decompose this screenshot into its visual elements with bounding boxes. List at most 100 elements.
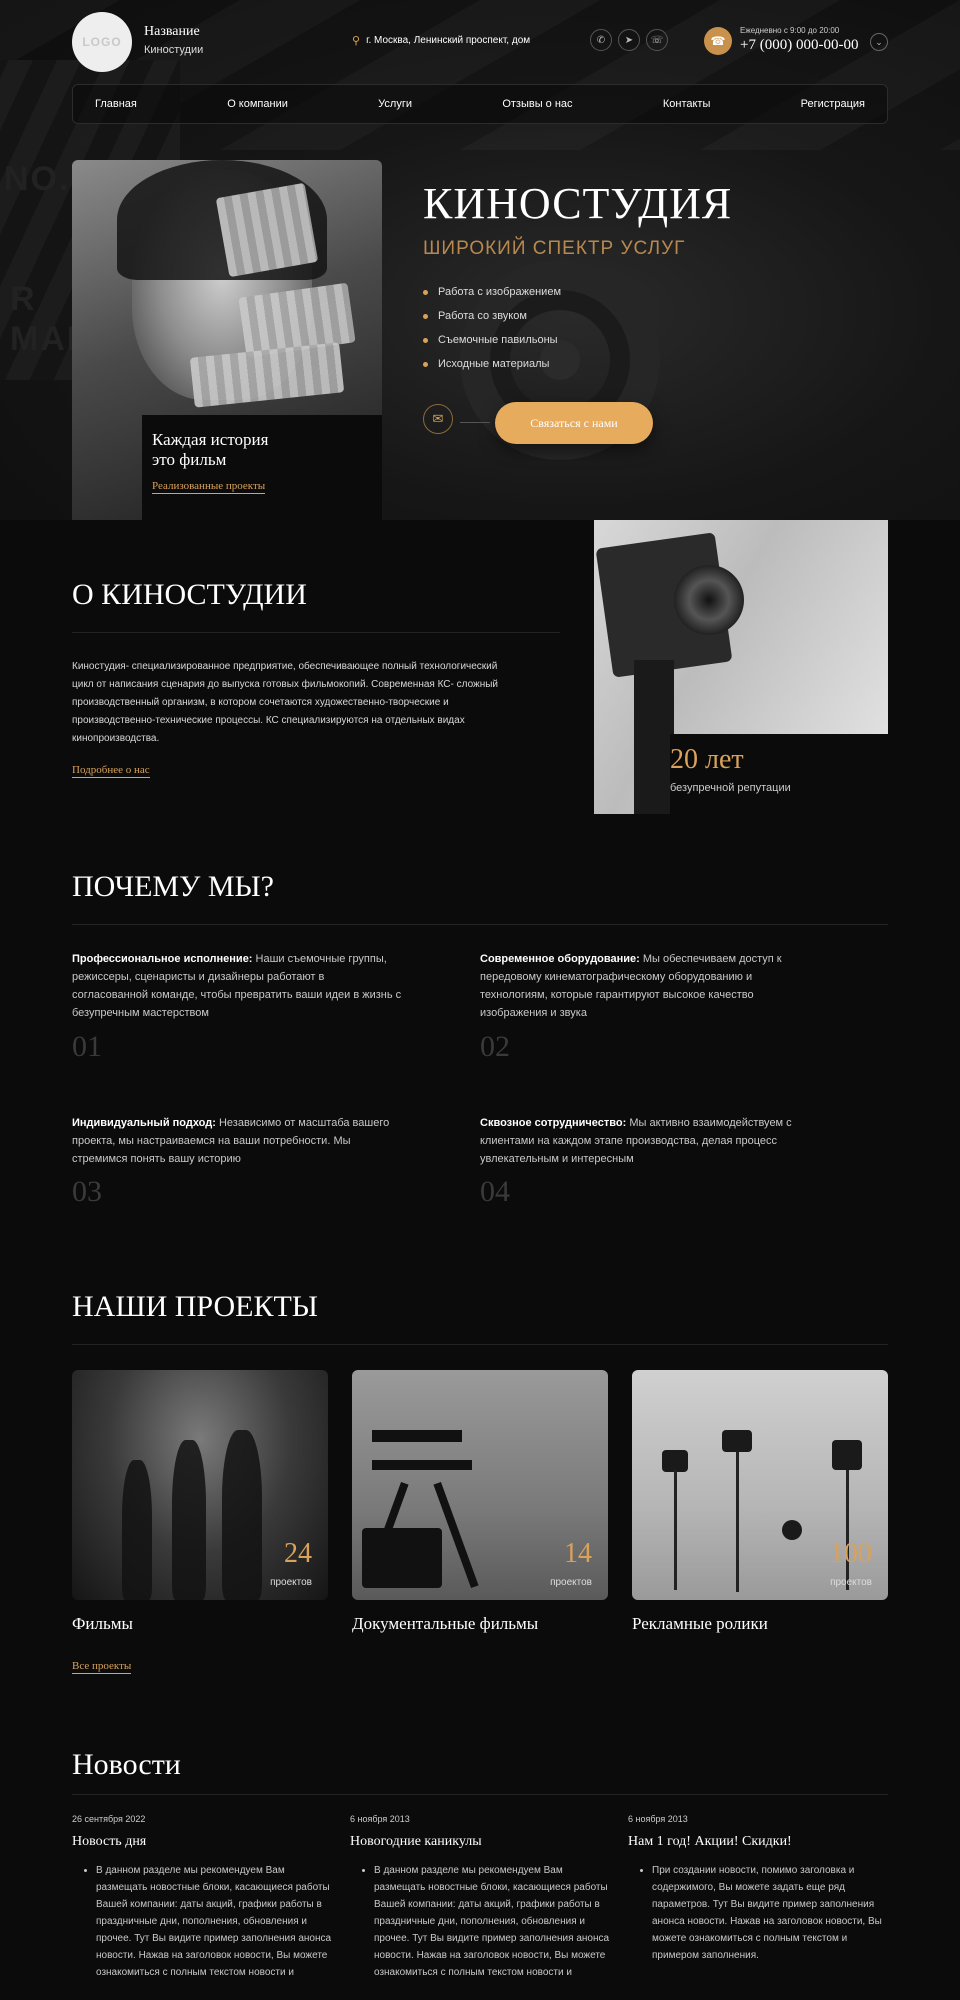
light-stand: [846, 1470, 849, 1590]
news-body: При создании новости, помимо заголовка и…: [628, 1862, 888, 1964]
nav-item-contacts[interactable]: Контакты: [663, 98, 711, 110]
phone-block: Ежедневно с 9:00 до 20:00 +7 (000) 000-0…: [740, 26, 858, 54]
brand-subtitle: Киностудии: [144, 44, 204, 56]
chair-part: [372, 1430, 462, 1442]
project-name[interactable]: Документальные фильмы: [352, 1614, 538, 1634]
main-nav: Главная О компании Услуги Отзывы о нас К…: [72, 84, 888, 124]
news-item: 26 сентября 2022 Новость дня В данном ра…: [72, 1814, 332, 1981]
clapper-text: NO.: [4, 160, 71, 198]
phone-icon[interactable]: ☎: [704, 27, 732, 55]
list-item: Работа с изображением: [423, 280, 561, 304]
news-body: В данном разделе мы рекомендуем Вам разм…: [350, 1862, 610, 1981]
why-item: Индивидуальный подход: Независимо от мас…: [72, 1114, 402, 1168]
news-title: Новости: [72, 1748, 181, 1781]
why-number: 01: [72, 1030, 102, 1063]
project-name[interactable]: Рекламные ролики: [632, 1614, 768, 1634]
news-body: В данном разделе мы рекомендуем Вам разм…: [72, 1862, 332, 1981]
whatsapp-icon[interactable]: ✆: [590, 29, 612, 51]
clapperboard: [362, 1528, 442, 1588]
why-item-title: Индивидуальный подход:: [72, 1117, 216, 1129]
divider: [72, 924, 888, 925]
hero-photo-card: Каждая история это фильм Реализованные п…: [72, 160, 382, 520]
person-silhouette: [172, 1440, 206, 1600]
news-date: 26 сентября 2022: [72, 1814, 146, 1824]
news-date: 6 ноября 2013: [350, 1814, 410, 1824]
project-count-label: проектов: [270, 1577, 312, 1588]
why-number: 03: [72, 1175, 102, 1208]
hero-title: КИНОСТУДИЯ: [423, 179, 733, 228]
years-caption: безупречной репутации: [670, 782, 791, 794]
chat-icon: ✉: [423, 404, 453, 434]
site-header: LOGO Название Киностудии ⚲ г. Москва, Ле…: [72, 12, 888, 72]
clapper-text: R: [10, 280, 37, 318]
why-number: 02: [480, 1030, 510, 1063]
all-projects-link[interactable]: Все проекты: [72, 1660, 132, 1674]
chair: [782, 1520, 802, 1540]
divider: [72, 1344, 888, 1345]
logo[interactable]: LOGO: [72, 12, 132, 72]
chevron-down-icon[interactable]: ⌄: [870, 33, 888, 51]
news-item: 6 ноября 2013 Нам 1 год! Акции! Скидки! …: [628, 1814, 888, 1964]
project-count-label: проектов: [830, 1577, 872, 1588]
nav-item-about[interactable]: О компании: [227, 98, 288, 110]
news-headline[interactable]: Новогодние каникулы: [350, 1834, 610, 1850]
light-stand: [674, 1470, 677, 1590]
brand-name: Название Киностудии: [144, 24, 203, 56]
why-item-title: Современное оборудование:: [480, 953, 640, 965]
divider: [72, 1794, 888, 1795]
address: ⚲ г. Москва, Ленинский проспект, дом: [352, 34, 530, 47]
nav-item-services[interactable]: Услуги: [378, 98, 412, 110]
studio-light: [832, 1440, 862, 1470]
about-more-link[interactable]: Подробнее о нас: [72, 764, 150, 778]
projects-title: НАШИ ПРОЕКТЫ: [72, 1290, 318, 1323]
project-count: 14: [564, 1538, 592, 1569]
camera-stand: [634, 660, 674, 814]
chair-part: [372, 1460, 472, 1470]
why-title: ПОЧЕМУ МЫ?: [72, 870, 274, 903]
hero-card-title: Каждая история это фильм: [152, 430, 268, 471]
person-silhouette: [222, 1430, 262, 1600]
project-card-films[interactable]: 24 проектов: [72, 1370, 328, 1600]
brand-title: Название: [144, 24, 200, 39]
nav-item-register[interactable]: Регистрация: [801, 98, 865, 110]
project-card-documentary[interactable]: 14 проектов: [352, 1370, 608, 1600]
light-stand: [736, 1452, 739, 1592]
years-count: 20 лет: [670, 744, 744, 775]
list-item: Съемочные павильоны: [423, 328, 561, 352]
list-item: Исходные материалы: [423, 352, 561, 376]
news-text: В данном разделе мы рекомендуем Вам разм…: [96, 1862, 332, 1981]
social-links: ✆ ➤ ☏: [590, 29, 668, 51]
news-text: В данном разделе мы рекомендуем Вам разм…: [374, 1862, 610, 1981]
services-list: Работа с изображением Работа со звуком С…: [423, 280, 561, 376]
hero-card-title-line: Каждая история: [152, 430, 269, 449]
person-silhouette: [122, 1460, 152, 1600]
why-item: Сквозное сотрудничество: Мы активно взаи…: [480, 1114, 810, 1168]
divider: [72, 632, 560, 633]
telegram-icon[interactable]: ➤: [618, 29, 640, 51]
news-headline[interactable]: Нам 1 год! Акции! Скидки!: [628, 1834, 888, 1850]
divider: [460, 422, 490, 423]
about-title: О КИНОСТУДИИ: [72, 578, 307, 611]
projects-link[interactable]: Реализованные проекты: [152, 480, 266, 494]
hero-subtitle: ШИРОКИЙ СПЕКТР УСЛУГ: [423, 238, 686, 259]
phone-number[interactable]: +7 (000) 000-00-00: [740, 37, 858, 54]
clapper-overlay: [215, 182, 319, 278]
location-pin-icon: ⚲: [352, 35, 361, 47]
project-count: 100: [830, 1538, 872, 1569]
news-headline[interactable]: Новость дня: [72, 1834, 332, 1850]
news-date: 6 ноября 2013: [628, 1814, 688, 1824]
project-count: 24: [284, 1538, 312, 1569]
nav-item-home[interactable]: Главная: [95, 98, 137, 110]
project-card-ads[interactable]: 100 проектов: [632, 1370, 888, 1600]
camera-lens: [674, 565, 744, 635]
project-name[interactable]: Фильмы: [72, 1614, 133, 1634]
viber-icon[interactable]: ☏: [646, 29, 668, 51]
why-item: Современное оборудование: Мы обеспечивае…: [480, 950, 810, 1022]
news-text: При создании новости, помимо заголовка и…: [652, 1862, 888, 1964]
list-item: Работа со звуком: [423, 304, 561, 328]
why-item-title: Сквозное сотрудничество:: [480, 1117, 627, 1129]
nav-item-reviews[interactable]: Отзывы о нас: [502, 98, 572, 110]
why-item: Профессиональное исполнение: Наши съемоч…: [72, 950, 402, 1022]
about-text: Киностудия- специализированное предприят…: [72, 661, 499, 744]
contact-us-button[interactable]: Связаться с нами: [495, 402, 653, 444]
